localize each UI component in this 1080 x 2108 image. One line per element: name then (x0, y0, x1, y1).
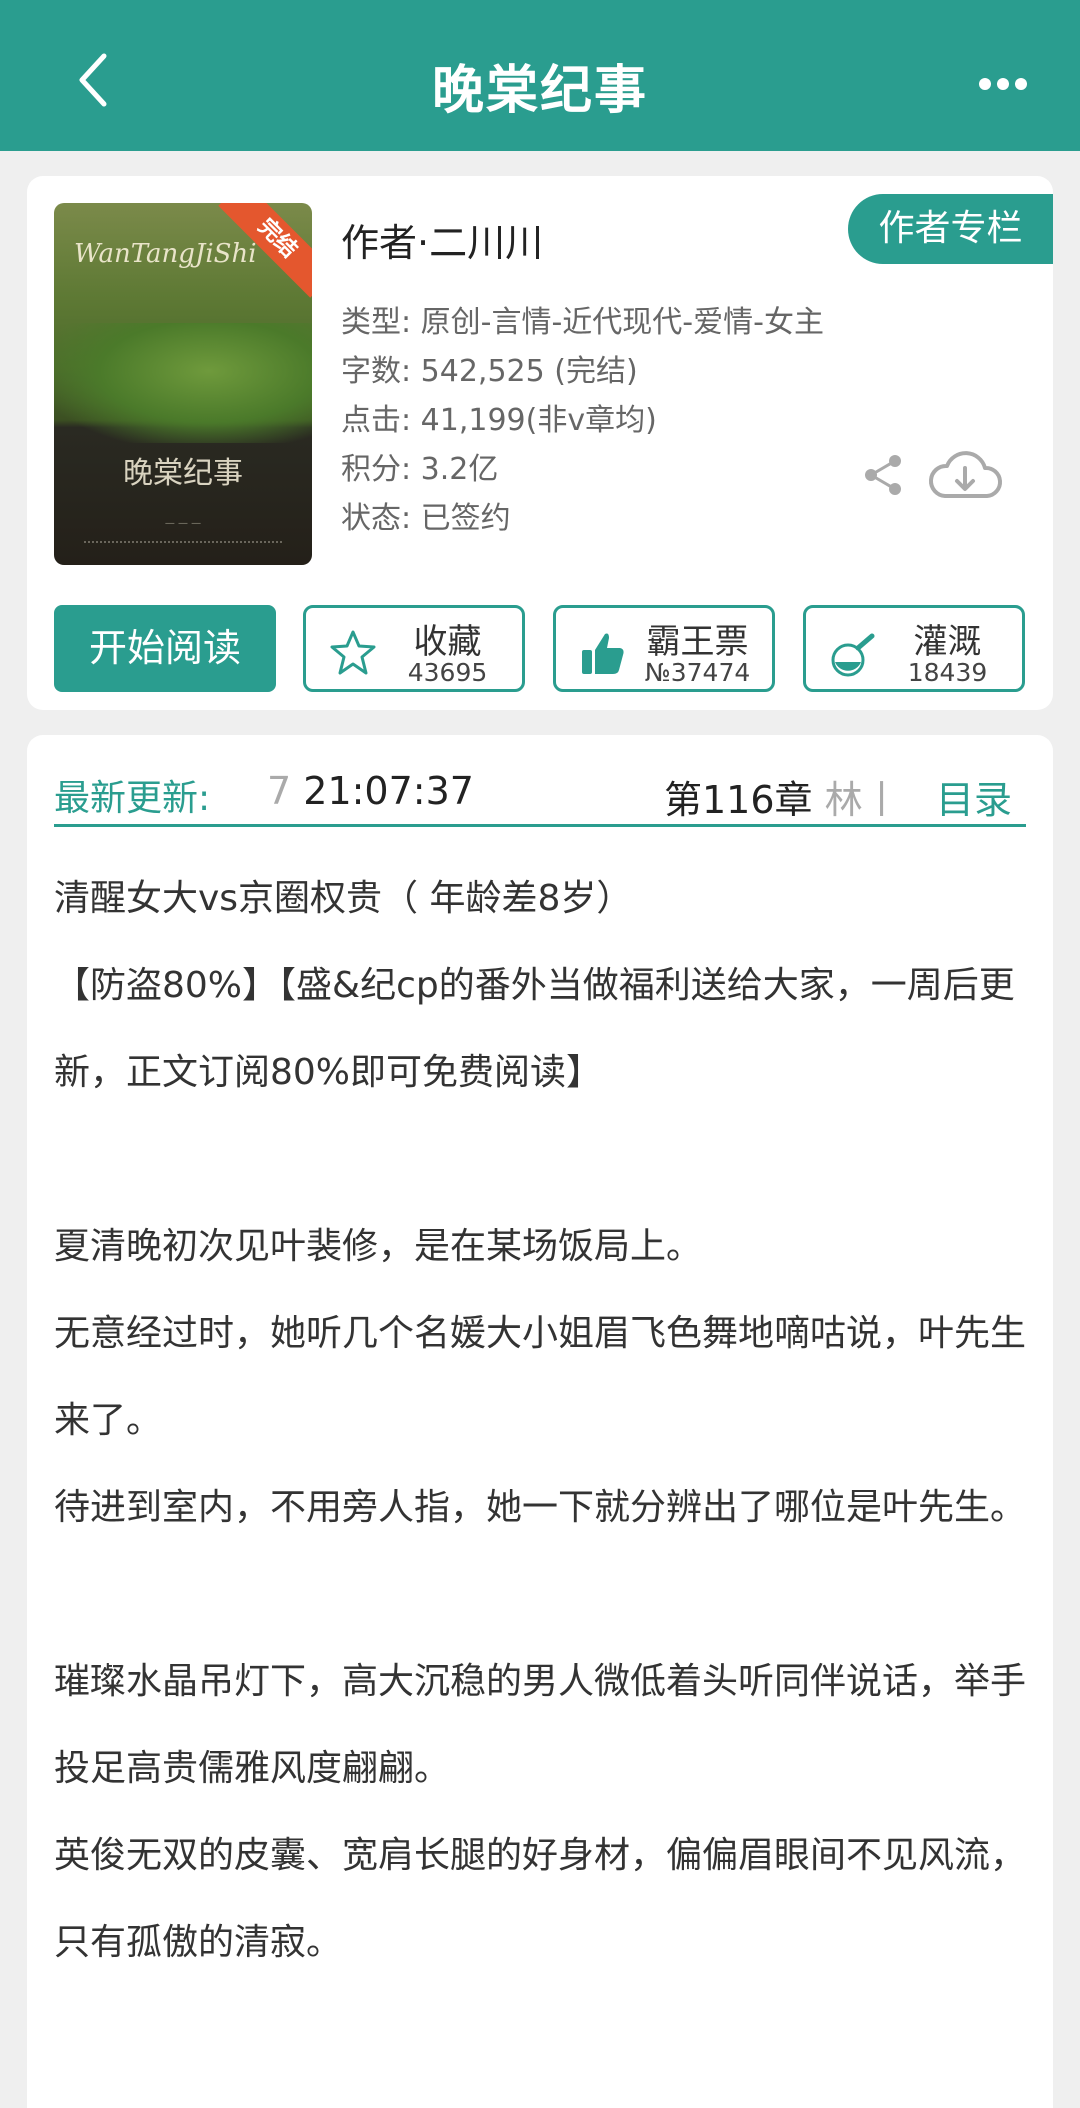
start-reading-button[interactable]: 开始阅读 (54, 605, 276, 692)
meta-genre: 类型: 原创-言情-近代现代-爱情-女主 (341, 305, 824, 340)
author-name[interactable]: 作者·二川川 (341, 212, 543, 267)
latest-update-time: 7 21:07:37 (267, 769, 474, 813)
cover-title: 晚棠纪事 (123, 456, 243, 491)
meta-status: 状态: 已签约 (341, 501, 511, 536)
bawangpiao-button[interactable]: 霸王票 №37474 (553, 605, 775, 692)
watering-flask-icon (831, 633, 875, 677)
description-blank-line (54, 1551, 1033, 1638)
star-icon (330, 630, 376, 675)
favorite-label: 收藏 (413, 622, 482, 662)
irrigate-button[interactable]: 灌溉 18439 (803, 605, 1025, 692)
meta-points: 积分: 3.2亿 (341, 452, 499, 487)
cover-author-line: — — — (164, 518, 202, 529)
bawangpiao-count: №37474 (644, 658, 751, 687)
bawangpiao-label: 霸王票 (646, 622, 749, 662)
meta-word-count: 字数: 542,525 (完结) (341, 354, 638, 389)
more-dots-icon[interactable] (978, 74, 1028, 94)
cover-script-title: WanTangJiShi (74, 239, 257, 269)
favorite-count: 43695 (407, 658, 488, 687)
description-paragraph: 夏清晚初次见叶裴修，是在某场饭局上。 (54, 1226, 703, 1267)
latest-update-label: 最新更新: (54, 778, 211, 819)
cover-divider (84, 541, 282, 543)
thumbs-up-icon (582, 633, 624, 674)
irrigate-label: 灌溉 (913, 622, 982, 662)
description-paragraph: 【防盗80%】【盛&纪cp的番外当做福利送给大家，一周后更新，正文订阅80%即可… (54, 965, 1015, 1093)
book-info-card: WanTangJiShi 晚棠纪事 — — — 完结 作者·二川川 作者专栏 类… (27, 176, 1053, 710)
description-paragraph: 英俊无双的皮囊、宽肩长腿的好身材，偏偏眉眼间不见风流，只有孤傲的清寂。 (54, 1835, 1027, 1963)
book-cover[interactable]: WanTangJiShi 晚棠纪事 — — — 完结 (54, 203, 312, 565)
table-of-contents-link[interactable]: 目录 (936, 769, 1012, 824)
page-title: 晚棠纪事 (431, 61, 648, 121)
latest-update-row[interactable]: 最新更新: 7 21:07:37 第116章 林丨 目录 (54, 757, 1026, 827)
meta-clicks: 点击: 41,199(非v章均) (341, 403, 657, 438)
description-paragraph: 待进到室内，不用旁人指，她一下就分辨出了哪位是叶先生。 (54, 1487, 1027, 1528)
favorite-button[interactable]: 收藏 43695 (303, 605, 525, 692)
book-description: 清醒女大vs京圈权贵（ 年龄差8岁） 【防盗80%】【盛&纪cp的番外当做福利送… (54, 855, 1033, 1986)
description-paragraph: 清醒女大vs京圈权贵（ 年龄差8岁） (54, 878, 633, 919)
share-icon[interactable] (859, 451, 907, 499)
description-blank-line (54, 1116, 1033, 1203)
book-meta: 类型: 原创-言情-近代现代-爱情-女主 字数: 542,525 (完结) 点击… (341, 298, 824, 543)
description-paragraph: 无意经过时，她听几个名媛大小姐眉飞色舞地嘀咕说，叶先生来了。 (54, 1313, 1027, 1441)
cloud-download-icon[interactable] (927, 448, 1003, 504)
book-description-card: 最新更新: 7 21:07:37 第116章 林丨 目录 清醒女大vs京圈权贵（… (27, 735, 1053, 2108)
irrigate-count: 18439 (907, 658, 988, 687)
cover-art (54, 323, 312, 443)
author-column-button[interactable]: 作者专栏 (848, 194, 1053, 264)
latest-chapter[interactable]: 第116章 林丨 (664, 769, 901, 824)
description-paragraph: 璀璨水晶吊灯下，高大沉稳的男人微低着头听同伴说话，举手投足高贵儒雅风度翩翩。 (54, 1661, 1027, 1789)
top-bar: 晚棠纪事 (0, 0, 1080, 151)
